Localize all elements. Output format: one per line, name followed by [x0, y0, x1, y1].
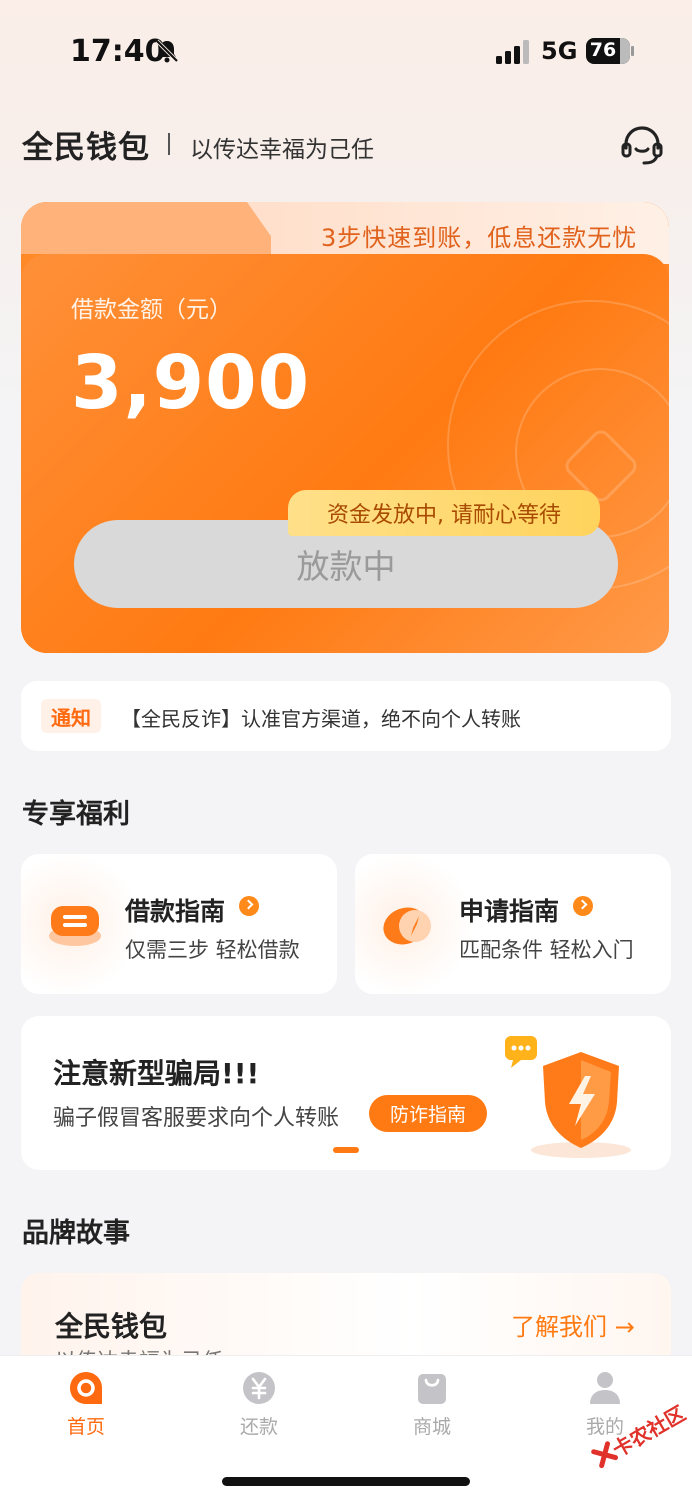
- tab-mall-label: 商城: [412, 1416, 451, 1438]
- brand-story-title: 品牌故事: [22, 1218, 130, 1249]
- battery-level: 76: [589, 39, 617, 61]
- network-type: 5G: [541, 37, 578, 65]
- fraud-warning-subtitle: 骗子假冒客服要求向个人转账: [53, 1106, 340, 1131]
- brand-card-title: 全民钱包: [55, 1310, 168, 1343]
- fraud-warning-banner[interactable]: 注意新型骗局!!! 骗子假冒客服要求向个人转账 防诈指南: [21, 1016, 671, 1170]
- about-us-link[interactable]: 了解我们 →: [511, 1307, 635, 1342]
- home-icon: [70, 1372, 102, 1404]
- status-bar: 17:40 5G 76: [0, 0, 692, 100]
- apply-guide-card[interactable]: 申请指南 匹配条件 轻松入门: [355, 854, 671, 994]
- shield-lightning-icon: [505, 1036, 631, 1158]
- compass-icon: [383, 907, 431, 945]
- tab-home-label: 首页: [66, 1416, 105, 1438]
- bell-muted-icon: [155, 39, 179, 63]
- arrow-right-icon: [239, 896, 259, 916]
- carousel-indicator: [333, 1147, 359, 1153]
- notice-text: 【全民反诈】认准官方渠道，绝不向个人转账: [121, 707, 521, 731]
- customer-service-headset-icon[interactable]: [620, 124, 664, 166]
- yen-icon: [243, 1372, 275, 1404]
- notice-tag: 通知: [41, 699, 101, 733]
- brand-slogan: 以传达幸福为己任: [190, 137, 374, 163]
- loan-guide-card[interactable]: 借款指南 仅需三步 轻松借款: [21, 854, 337, 994]
- notice-bar[interactable]: 通知 【全民反诈】认准官方渠道，绝不向个人转账: [21, 681, 671, 751]
- tab-repay[interactable]: 还款: [209, 1370, 309, 1450]
- status-time: 17:40: [70, 34, 166, 69]
- apply-guide-subtitle: 匹配条件 轻松入门: [459, 938, 634, 962]
- amount-value: 3,900: [71, 340, 311, 426]
- loan-guide-subtitle: 仅需三步 轻松借款: [125, 938, 300, 962]
- user-icon: [590, 1372, 620, 1404]
- tab-mall[interactable]: 商城: [382, 1370, 482, 1450]
- loan-card: 3步快速到账，低息还款无忧 借款金额（元） 3,900 放款中 资金发放中, 请…: [21, 202, 669, 653]
- card-promo-text: 3步快速到账，低息还款无忧: [321, 224, 638, 252]
- home-indicator: [222, 1477, 470, 1486]
- header-divider: [168, 133, 170, 155]
- amount-label: 借款金额（元）: [71, 297, 232, 323]
- disbursing-tooltip: 资金发放中, 请耐心等待: [288, 490, 600, 536]
- anti-fraud-guide-button[interactable]: 防诈指南: [369, 1095, 487, 1132]
- signal-icon: [496, 40, 529, 64]
- benefits-title: 专享福利: [22, 799, 130, 830]
- loan-guide-title: 借款指南: [125, 897, 226, 926]
- brand-title: 全民钱包: [22, 130, 150, 166]
- tab-home[interactable]: 首页: [36, 1370, 136, 1450]
- battery-icon: 76: [586, 38, 634, 64]
- loan-guide-icon: [49, 906, 101, 946]
- tab-repay-label: 还款: [239, 1416, 278, 1438]
- arrow-right-icon: [573, 896, 593, 916]
- fraud-warning-title: 注意新型骗局!!!: [53, 1057, 260, 1090]
- apply-guide-title: 申请指南: [459, 897, 560, 926]
- shopping-bag-icon: [418, 1374, 446, 1404]
